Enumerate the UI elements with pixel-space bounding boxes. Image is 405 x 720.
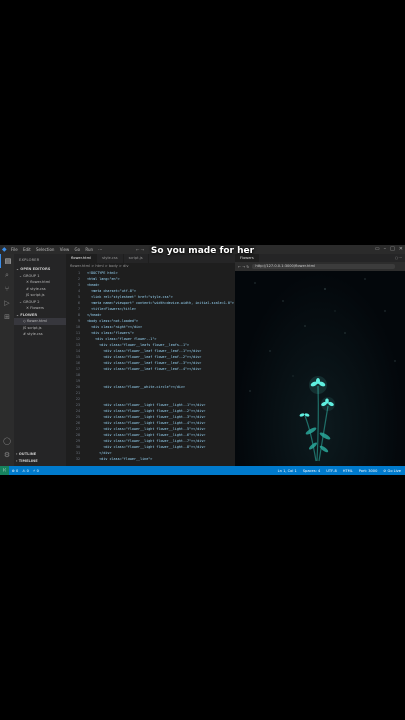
flower-glow [309, 376, 327, 394]
stars [249, 278, 396, 392]
status-ports[interactable]: ⚡ 0 [33, 469, 39, 473]
code-editor[interactable]: flower.html style.css script.js flower.h… [66, 254, 235, 466]
status-language[interactable]: HTML [343, 469, 353, 473]
remote-indicator-icon[interactable]: ⟩⟨ [0, 466, 9, 475]
url-bar: ← → ↻ http://127.0.0.1:3000/flower.html [235, 262, 405, 271]
activity-bar: ▤ ⌕ ⑂ ▷ ⊞ ◯ ⚙ [0, 254, 14, 466]
file-style-css[interactable]: # style.css [14, 331, 66, 338]
status-errors[interactable]: ⊗ 0 [12, 469, 18, 473]
status-port[interactable]: Port: 3000 [359, 469, 378, 473]
status-cursor-position[interactable]: Ln 1, Col 1 [278, 469, 297, 473]
breadcrumb[interactable]: flower.html > html > body > div [66, 263, 235, 270]
preview-viewport [235, 271, 405, 466]
status-warnings[interactable]: ⚠ 0 [22, 469, 29, 473]
explorer-sidebar: EXPLORER ⌄ OPEN EDITORS ⌄ GROUP 1 ✕ flow… [14, 254, 66, 466]
gear-icon[interactable]: ⚙ [0, 448, 14, 462]
extensions-icon[interactable]: ⊞ [0, 310, 14, 324]
run-debug-icon[interactable]: ▷ [0, 296, 14, 310]
search-icon[interactable]: ⌕ [0, 268, 14, 282]
code-line[interactable]: 32 <div class="flower__line"> [66, 456, 235, 462]
line-number: 32 [75, 457, 80, 461]
more-actions-icon[interactable]: ▯ ··· [395, 256, 402, 260]
browser-preview: Flowers ▯ ··· ← → ↻ http://127.0.0.1:300… [235, 254, 405, 466]
line-text[interactable]: <div class="flower__line"> [87, 456, 152, 462]
code-lines[interactable]: 1 <!DOCTYPE html> 2 <html lang="en"> 3 <head>… [66, 270, 235, 466]
status-bar: ⟩⟨ ⊗ 0 ⚠ 0 ⚡ 0 Ln 1, Col 1 Spaces: 4 UTF… [0, 466, 405, 475]
source-control-icon[interactable]: ⑂ [0, 282, 14, 296]
flower-animation [249, 278, 396, 462]
explorer-icon[interactable]: ▤ [0, 254, 15, 268]
status-indentation[interactable]: Spaces: 4 [303, 469, 320, 473]
flower-glow-2 [321, 397, 335, 411]
status-encoding[interactable]: UTF-8 [326, 469, 336, 473]
back-forward-reload-icons[interactable]: ← → ↻ [238, 265, 249, 269]
line-text[interactable]: <div class="flower__white-circle"></div> [87, 384, 185, 390]
account-icon[interactable]: ◯ [0, 434, 14, 448]
vscode-window: ◆ File Edit Selection View Go Run ··· ← … [0, 245, 405, 475]
video-caption: So you made for her [150, 246, 255, 256]
line-text[interactable]: <div class="flower__leaf flower__leaf--4… [87, 366, 201, 372]
address-input[interactable]: http://127.0.0.1:3000/flower.html [252, 264, 395, 269]
status-go-live[interactable]: ⊘ Go Live [383, 469, 401, 473]
timeline-section[interactable]: › TIMELINE [14, 458, 66, 465]
